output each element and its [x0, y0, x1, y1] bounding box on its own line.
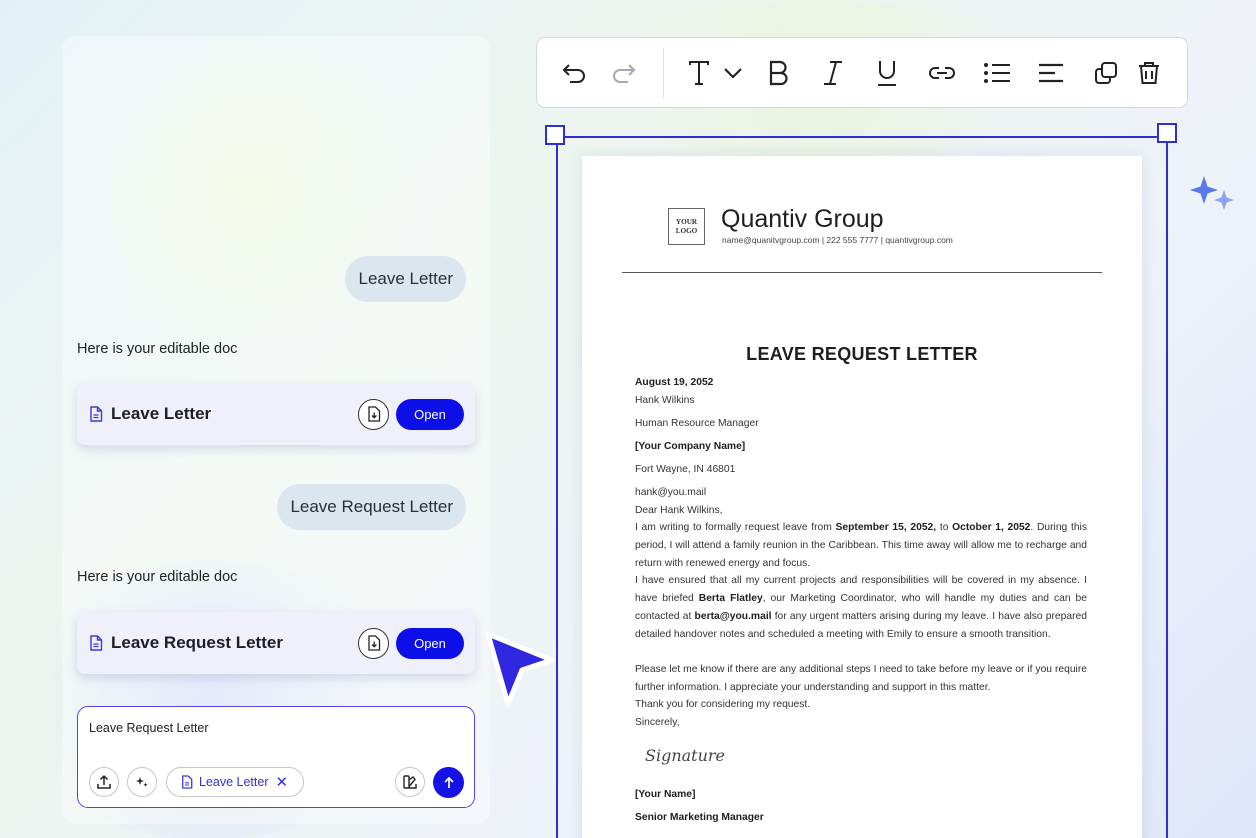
chat-input[interactable]: Leave Request Letter Leave Letter ✕	[77, 706, 475, 808]
link-icon	[929, 67, 955, 79]
download-doc-button[interactable]	[358, 398, 389, 430]
paragraph-1: I am writing to formally request leave f…	[635, 522, 1087, 569]
italic-button[interactable]	[817, 57, 849, 89]
doc-card-title: Leave Letter	[111, 404, 212, 423]
redo-button[interactable]	[607, 57, 639, 89]
bullet-list-icon	[984, 63, 1010, 83]
undo-icon	[562, 64, 585, 83]
logo-placeholder: YOUR LOGO	[668, 208, 705, 245]
palette-icon	[403, 775, 417, 789]
company-name: Quantiv Group	[721, 205, 884, 233]
text-style-dropdown[interactable]	[721, 57, 745, 89]
company-contact: name@quanitvgroup.com | 222 555 7777 | q…	[722, 235, 953, 245]
redo-icon	[613, 64, 636, 83]
undo-button[interactable]	[559, 57, 591, 89]
cursor-pointer-icon	[485, 631, 555, 707]
editor-toolbar	[536, 37, 1188, 108]
signature: Signature	[645, 746, 726, 765]
underline-icon	[878, 61, 896, 86]
header-divider	[622, 272, 1102, 273]
doc-card[interactable]: Leave Request Letter Open	[77, 612, 475, 674]
salutation: Dear Hank Wilkins,	[635, 505, 723, 516]
align-left-icon	[1039, 63, 1063, 83]
chevron-down-icon	[724, 68, 742, 79]
recipient-city: Fort Wayne, IN 46801	[635, 464, 736, 475]
download-file-icon	[367, 406, 380, 422]
recipient-company: [Your Company Name]	[635, 441, 746, 452]
open-doc-button[interactable]: Open	[396, 398, 464, 430]
download-file-icon	[367, 635, 380, 651]
letter-title: LEAVE REQUEST LETTER	[746, 344, 978, 364]
assistant-reply-text: Here is your editable doc	[77, 341, 238, 357]
recipient-name: Hank Wilkins	[635, 395, 695, 406]
chip-label: Leave Letter	[199, 775, 269, 789]
paragraph-3: Please let me know if there are any addi…	[635, 664, 1087, 693]
duplicate-button[interactable]	[1090, 57, 1122, 89]
bullet-list-button[interactable]	[981, 57, 1013, 89]
assistant-reply-text: Here is your editable doc	[77, 569, 238, 585]
document-icon	[89, 406, 103, 422]
chat-input-text[interactable]: Leave Request Letter	[89, 721, 209, 735]
sparkle-icon	[136, 777, 148, 787]
closing-line: Sincerely,	[635, 717, 680, 728]
close-icon[interactable]: ✕	[276, 773, 289, 791]
bold-icon	[769, 60, 788, 86]
recipient-role: Human Resource Manager	[635, 418, 759, 429]
sender-role: Senior Marketing Manager	[635, 812, 764, 823]
ai-magic-button[interactable]	[127, 767, 157, 797]
document-icon	[89, 635, 103, 651]
duplicate-icon	[1095, 62, 1117, 84]
paragraph-2: I have ensured that all my current proje…	[635, 575, 1087, 640]
doc-card[interactable]: Leave Letter Open	[77, 383, 475, 445]
thanks-line: Thank you for considering my request.	[635, 699, 811, 710]
align-left-button[interactable]	[1035, 57, 1067, 89]
text-style-icon	[689, 61, 709, 85]
document-page[interactable]: YOUR LOGO Quantiv Group name@quanitvgrou…	[582, 156, 1142, 838]
resize-handle-top-left[interactable]	[545, 125, 565, 145]
user-message-bubble: Leave Letter	[345, 256, 466, 302]
upload-button[interactable]	[89, 767, 119, 797]
arrow-up-icon	[443, 776, 454, 788]
document-icon	[182, 775, 193, 789]
sparkles-icon	[1190, 176, 1234, 210]
open-doc-button[interactable]: Open	[396, 627, 464, 659]
letter-date: August 19, 2052	[635, 377, 714, 388]
user-message-bubble: Leave Request Letter	[277, 484, 466, 530]
text-style-button[interactable]	[685, 57, 713, 89]
link-button[interactable]	[925, 57, 959, 89]
recipient-email: hank@you.mail	[635, 487, 707, 498]
delete-button[interactable]	[1133, 57, 1165, 89]
send-button[interactable]	[433, 767, 464, 798]
chat-panel: Leave Letter Here is your editable doc L…	[62, 36, 490, 824]
resize-handle-top-right[interactable]	[1157, 123, 1177, 143]
italic-icon	[824, 61, 842, 85]
bold-button[interactable]	[763, 57, 795, 89]
underline-button[interactable]	[871, 57, 903, 89]
attached-doc-chip[interactable]: Leave Letter ✕	[166, 767, 304, 797]
delete-icon	[1139, 62, 1159, 84]
template-button[interactable]	[395, 767, 425, 797]
download-doc-button[interactable]	[358, 627, 389, 659]
sender-name: [Your Name]	[635, 789, 696, 800]
upload-icon	[97, 774, 111, 789]
doc-card-title: Leave Request Letter	[111, 633, 283, 652]
